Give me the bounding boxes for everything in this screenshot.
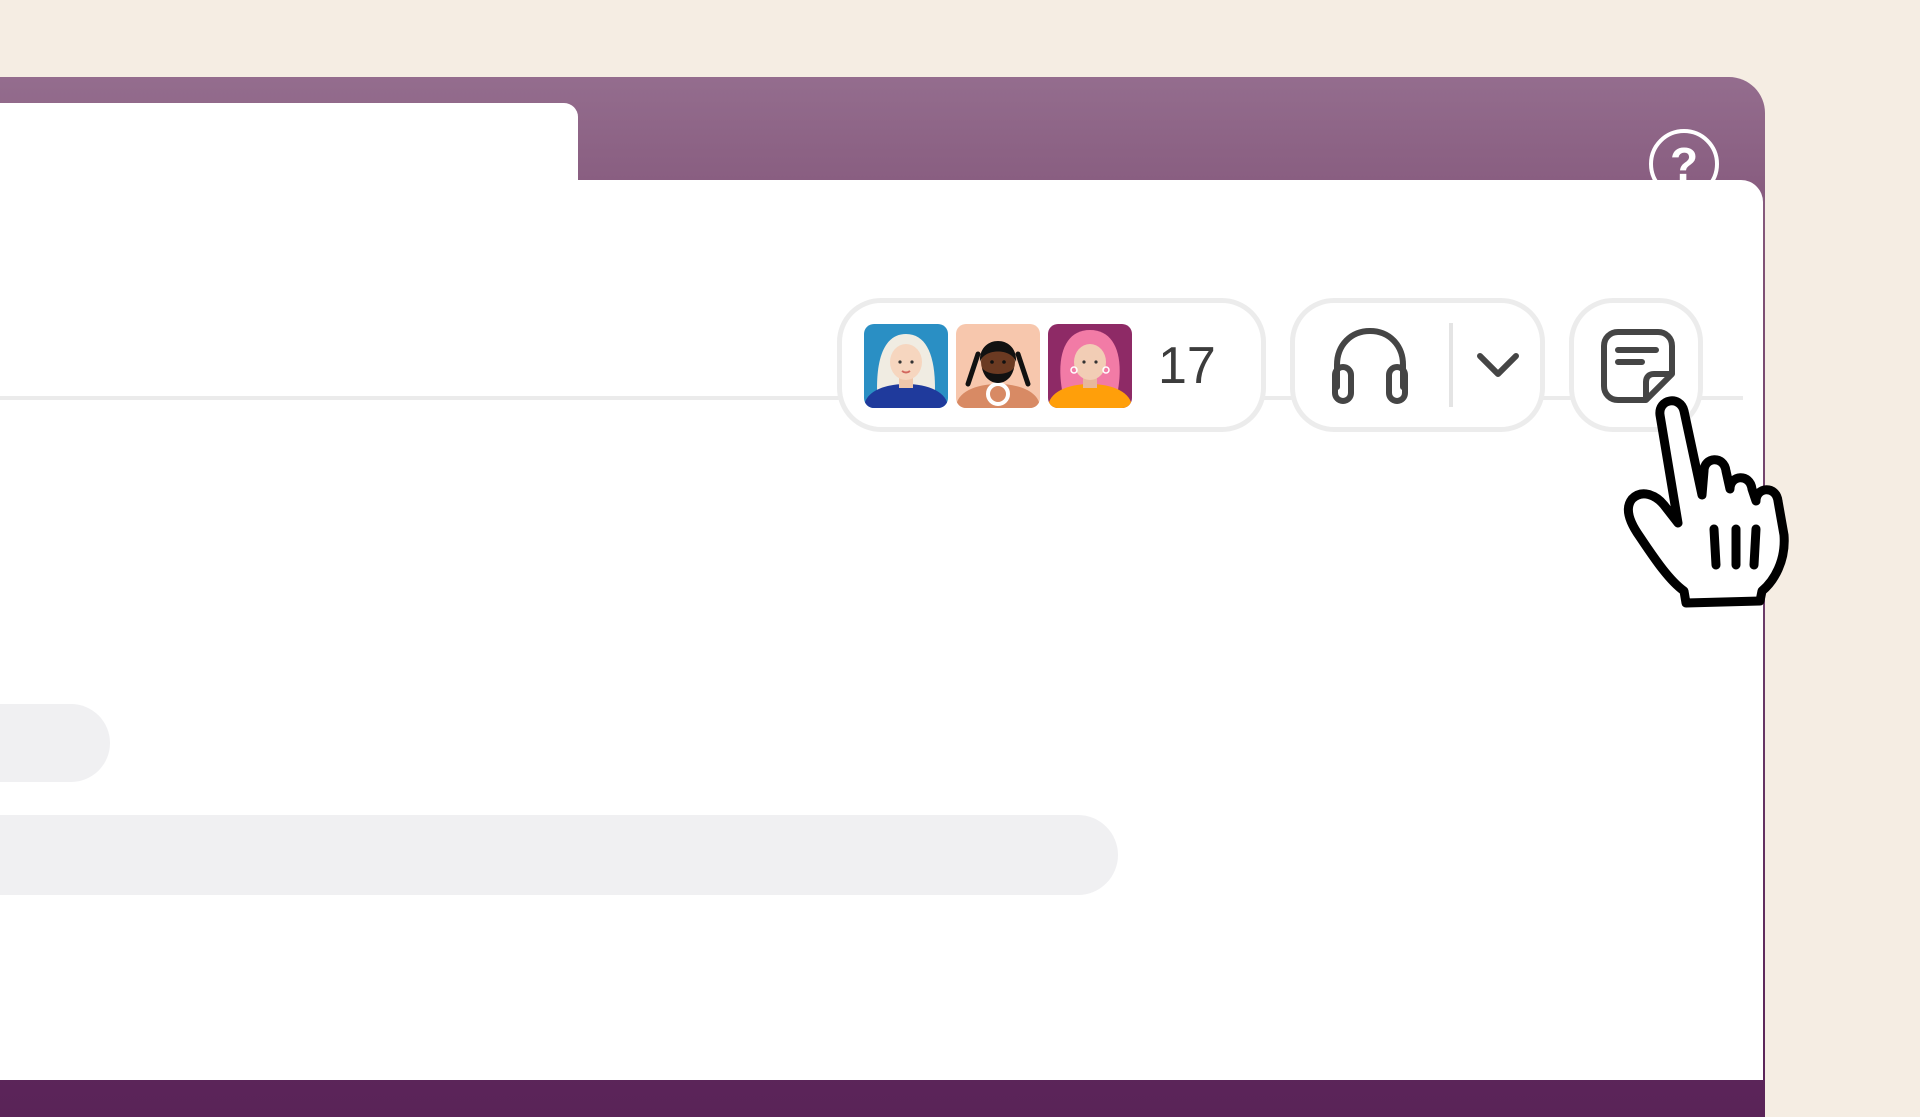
headphones-icon[interactable] — [1331, 325, 1409, 410]
message-placeholder-short — [0, 704, 110, 782]
member-count: 17 — [1158, 337, 1216, 395]
chevron-down-icon[interactable] — [1474, 350, 1522, 385]
avatar-white-hair — [864, 324, 948, 408]
canvas-note-icon — [1600, 328, 1676, 409]
huddle-divider — [1449, 323, 1453, 407]
avatar-pink-hair — [1048, 324, 1132, 408]
message-placeholder-long — [0, 815, 1118, 895]
avatar-braids-beard — [956, 324, 1040, 408]
